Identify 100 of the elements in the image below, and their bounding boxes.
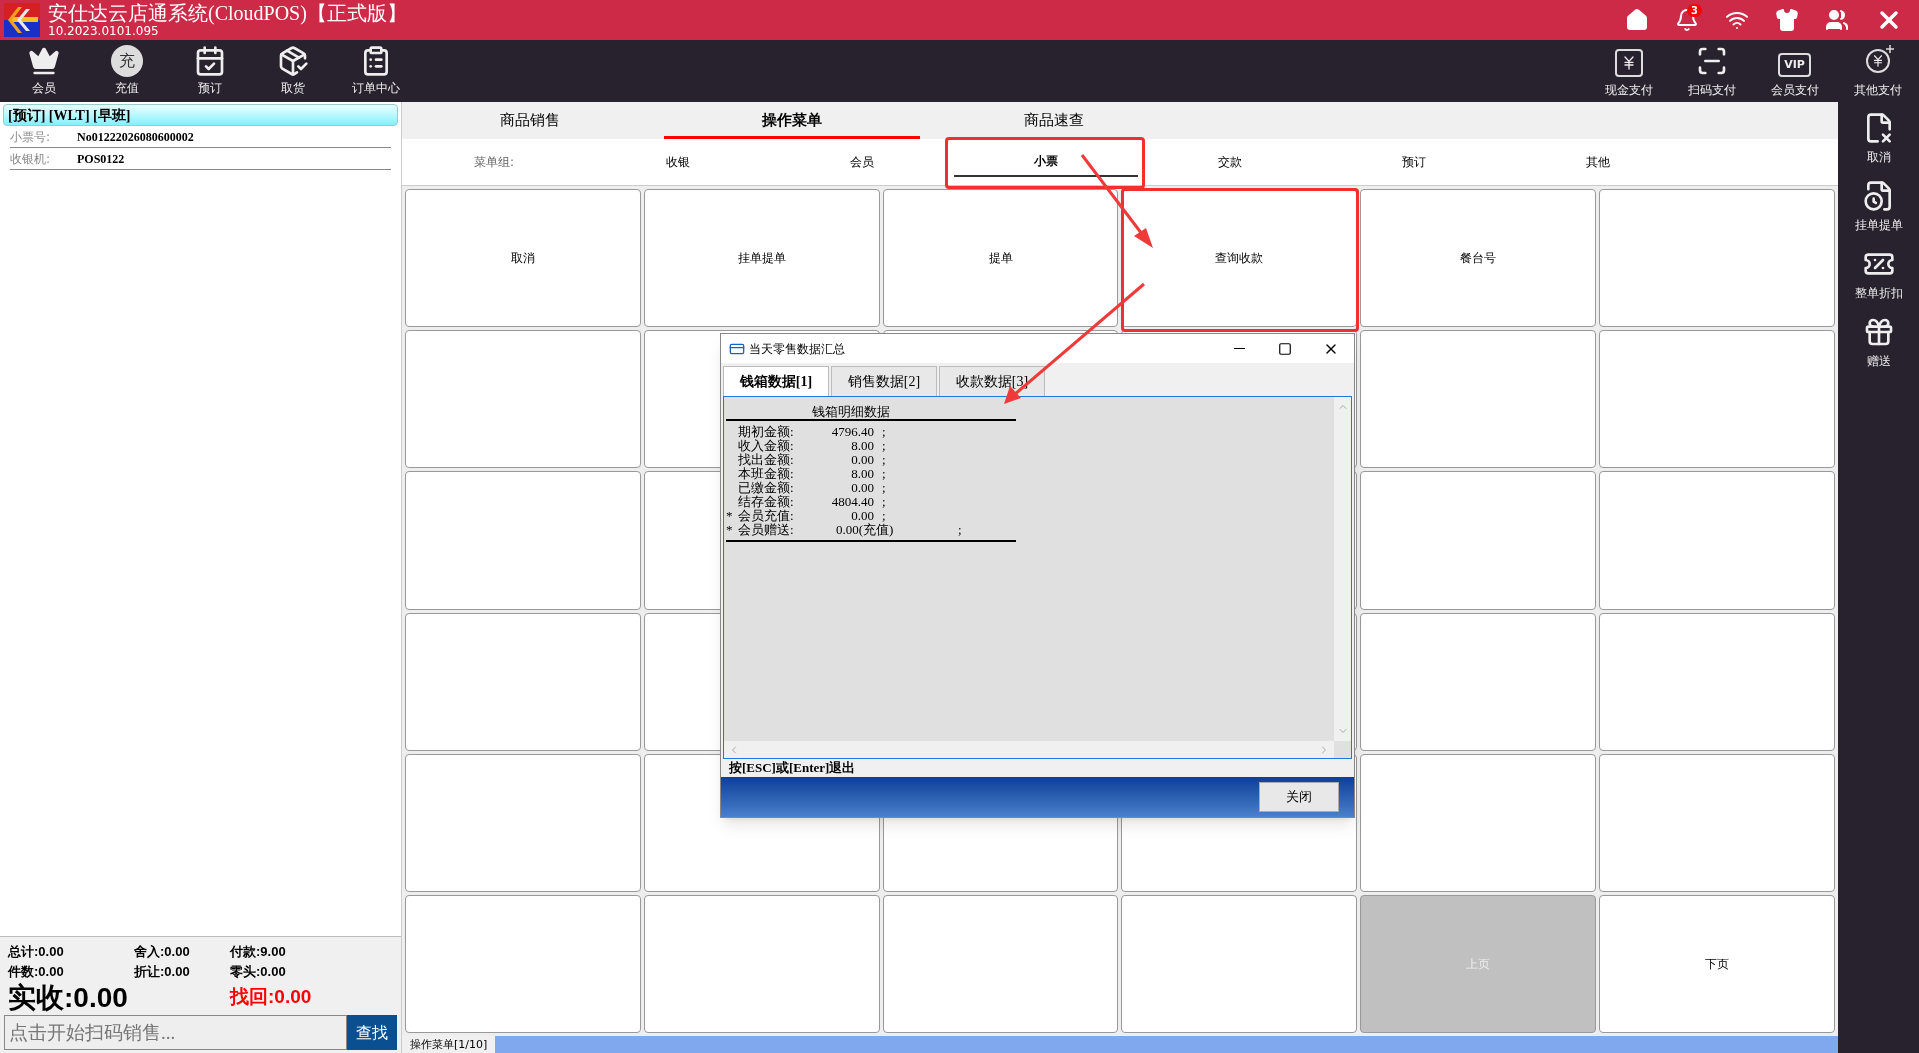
menu-cell[interactable]: 提单 bbox=[882, 189, 1119, 328]
crown-icon bbox=[27, 45, 60, 77]
toolbar-button[interactable]: 扫码支付 bbox=[1670, 43, 1753, 99]
menu-cell[interactable] bbox=[1360, 471, 1597, 610]
change-amount: 找回:0.00 bbox=[230, 984, 312, 1009]
vip-icon: VIP bbox=[1778, 53, 1811, 77]
menu-cell[interactable] bbox=[405, 753, 641, 892]
maximize-icon bbox=[1278, 341, 1292, 356]
menu-cell[interactable] bbox=[405, 330, 641, 469]
summary-value: 舍入:0.00 bbox=[134, 943, 191, 961]
menu-group-label: 菜单组: bbox=[472, 154, 515, 171]
row-value: 0.00 bbox=[850, 509, 874, 523]
menu-cell[interactable] bbox=[1599, 471, 1835, 610]
home-icon[interactable] bbox=[1625, 8, 1649, 32]
menu-group[interactable]: 收银 bbox=[586, 147, 770, 177]
search-button[interactable]: 查找 bbox=[347, 1015, 397, 1050]
sidebar-button[interactable]: 挂单提单 bbox=[1839, 180, 1918, 234]
summary-value: 件数:0.00 bbox=[8, 962, 65, 981]
toolbar-button[interactable]: 取货 bbox=[251, 45, 334, 97]
summary-value: 付款:9.00 bbox=[230, 943, 287, 961]
menu-cell[interactable] bbox=[643, 894, 880, 1033]
summary-value: 总计:0.00 bbox=[8, 943, 65, 961]
users-icon[interactable] bbox=[1825, 8, 1849, 32]
menu-cell[interactable] bbox=[1599, 753, 1835, 892]
menu-group[interactable]: 预订 bbox=[1322, 147, 1506, 177]
menu-cell[interactable] bbox=[1599, 330, 1835, 469]
menu-cell[interactable] bbox=[405, 471, 641, 610]
dialog-title: 当天零售数据汇总 bbox=[749, 340, 845, 358]
row-value: 0.00 bbox=[850, 481, 874, 495]
row-value: 0.00 bbox=[850, 453, 874, 467]
dialog-tab[interactable]: 销售数据[2] bbox=[831, 366, 937, 396]
sidebar-button[interactable]: 取消 bbox=[1839, 112, 1918, 166]
minimize-icon bbox=[1233, 347, 1245, 350]
summary-value: 折让:0.00 bbox=[134, 962, 191, 981]
menu-group[interactable]: 其他 bbox=[1506, 147, 1690, 177]
menu-cell[interactable]: 取消 bbox=[405, 189, 641, 328]
row-label: 会员赠送: bbox=[738, 523, 795, 537]
sidebar-button[interactable]: 赠送 bbox=[1839, 316, 1918, 370]
toolbar-button[interactable]: 预订 bbox=[168, 45, 251, 97]
sidebar-button[interactable]: 整单折扣 bbox=[1839, 248, 1918, 302]
field-label: 小票号: bbox=[10, 128, 52, 146]
shirt-icon[interactable] bbox=[1775, 8, 1799, 32]
row-value: 4804.40 bbox=[830, 495, 874, 509]
menu-cell[interactable] bbox=[405, 894, 641, 1033]
toolbar-button[interactable]: VIP 会员支付 bbox=[1753, 43, 1836, 99]
scan-field[interactable]: 点击开始扫码销售... bbox=[4, 1015, 347, 1050]
asterisk: * bbox=[726, 522, 733, 537]
notification-badge: 3 bbox=[1687, 4, 1702, 17]
page-indicator: 操作菜单[1/10] bbox=[402, 1036, 496, 1053]
app-version: 10.2023.0101.095 bbox=[48, 25, 160, 37]
menu-cell[interactable]: 下页 bbox=[1599, 894, 1835, 1033]
menu-cell[interactable] bbox=[882, 894, 1119, 1033]
toolbar-button[interactable]: 会员 bbox=[2, 45, 85, 97]
charge-icon: 充 bbox=[110, 45, 143, 77]
menu-group[interactable]: 小票 bbox=[954, 147, 1138, 177]
row-label: 期初金额: bbox=[738, 425, 795, 439]
app-title: 安仕达云店通系统(CloudPOS)【正式版】 bbox=[48, 3, 407, 23]
row-end: ; bbox=[882, 481, 886, 495]
row-label: 找出金额: bbox=[738, 453, 795, 467]
detail-heading: 钱箱明细数据 bbox=[812, 404, 890, 419]
row-label: 已缴金额: bbox=[738, 481, 795, 495]
row-end: ; bbox=[882, 439, 886, 453]
order-header: [预订] [WLT] [早班] bbox=[3, 104, 398, 126]
summary-value: 零头:0.00 bbox=[230, 962, 287, 981]
row-label: 收入金额: bbox=[738, 439, 795, 453]
logo-icon bbox=[4, 3, 40, 37]
menu-cell[interactable] bbox=[1121, 894, 1358, 1033]
toolbar-button[interactable]: 现金支付 bbox=[1587, 43, 1670, 99]
row-end: ; bbox=[958, 523, 962, 537]
menu-cell[interactable]: 查询收款 bbox=[1121, 189, 1358, 328]
row-end: ; bbox=[882, 495, 886, 509]
menu-cell[interactable] bbox=[1360, 330, 1597, 469]
menu-cell[interactable] bbox=[1360, 612, 1597, 751]
row-value: 0.00(充值) bbox=[835, 523, 895, 537]
toolbar-button[interactable]: 其他支付 bbox=[1836, 43, 1919, 99]
row-label: 结存金额: bbox=[738, 495, 795, 509]
row-end: ; bbox=[882, 453, 886, 467]
menu-cell[interactable]: 挂单提单 bbox=[643, 189, 880, 328]
menu-cell[interactable] bbox=[1360, 753, 1597, 892]
row-label: 会员充值: bbox=[738, 509, 795, 523]
toolbar-button[interactable]: 充 充值 bbox=[85, 45, 168, 97]
menu-cell[interactable] bbox=[405, 612, 641, 751]
menu-cell[interactable] bbox=[1599, 612, 1835, 751]
row-value: 4796.40 bbox=[830, 425, 874, 439]
close-dialog-button[interactable]: 关闭 bbox=[1259, 782, 1339, 812]
dialog-tab[interactable]: 钱箱数据[1] bbox=[723, 366, 829, 396]
row-value: 8.00 bbox=[850, 439, 874, 453]
tab[interactable]: 商品速查 bbox=[926, 104, 1182, 139]
field-value: No01222026080600002 bbox=[77, 128, 194, 146]
field-value: POS0122 bbox=[77, 150, 125, 168]
received-amount: 实收:0.00 bbox=[8, 981, 129, 1015]
tab[interactable]: 商品销售 bbox=[402, 104, 658, 139]
row-value: 8.00 bbox=[850, 467, 874, 481]
menu-group[interactable]: 交款 bbox=[1138, 147, 1322, 177]
bell-icon[interactable] bbox=[1675, 8, 1699, 32]
menu-cell[interactable]: 餐台号 bbox=[1360, 189, 1597, 328]
menu-group[interactable]: 会员 bbox=[770, 147, 954, 177]
toolbar-button[interactable]: 订单中心 bbox=[334, 45, 417, 97]
field-label: 收银机: bbox=[10, 150, 52, 168]
menu-cell[interactable] bbox=[1599, 189, 1835, 328]
